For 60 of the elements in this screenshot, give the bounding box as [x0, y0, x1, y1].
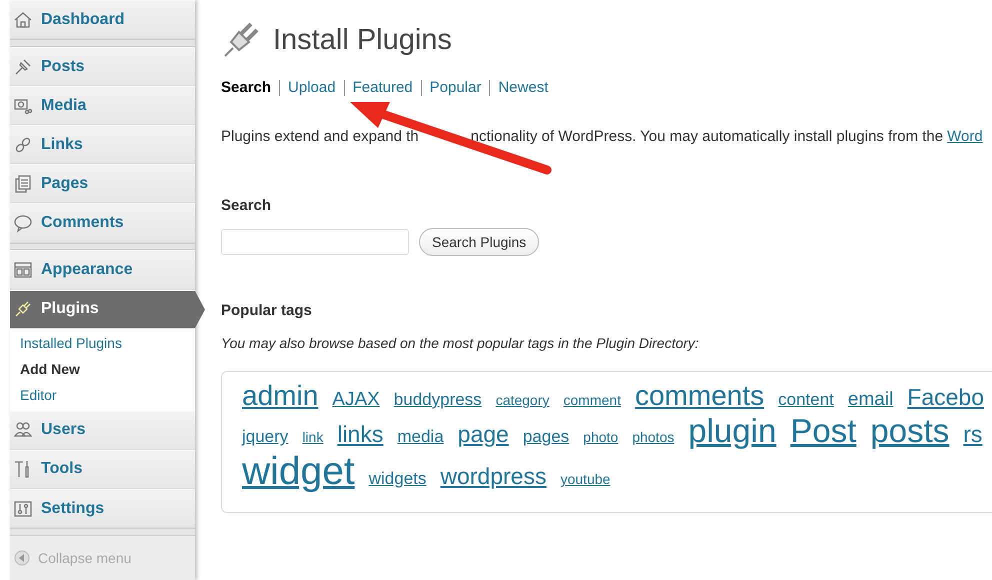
tag-link[interactable]: email	[848, 389, 894, 411]
sidebar-item[interactable]: Users	[10, 410, 195, 450]
collapse-icon	[14, 550, 30, 566]
page-title: Install Plugins	[273, 24, 452, 56]
filter-tab[interactable]: Popular	[420, 80, 490, 96]
sidebar-item[interactable]: Tools	[10, 450, 195, 489]
tag-link[interactable]: rs	[963, 421, 982, 448]
tag-link[interactable]: media	[397, 427, 444, 447]
tag-link[interactable]: widgets	[368, 469, 426, 489]
appearance-icon	[13, 260, 33, 280]
intro-text: nctionality of WordPress. You may automatically install plugins from the	[470, 128, 944, 145]
tag-link[interactable]: AJAX	[332, 389, 380, 411]
filter-tab[interactable]: Search	[221, 80, 280, 96]
tag-link[interactable]: category	[496, 392, 550, 408]
sidebar-item[interactable]: Pages	[10, 164, 195, 204]
filter-tab[interactable]: Newest	[489, 80, 556, 96]
tag-link[interactable]: buddypress	[394, 390, 482, 410]
tag-link[interactable]: links	[337, 421, 384, 448]
tag-link[interactable]: widget	[242, 450, 355, 495]
pin-icon	[13, 56, 33, 77]
search-field[interactable]	[221, 229, 409, 255]
filter-tab[interactable]: Featured	[344, 80, 421, 96]
tag-link[interactable]: youtube	[560, 471, 610, 488]
submenu-link[interactable]: Installed Plugins	[20, 334, 122, 351]
comment-icon	[13, 213, 33, 234]
tag-link[interactable]: Post	[790, 412, 856, 450]
sidebar-item[interactable]: Comments	[10, 203, 195, 243]
settings-icon	[13, 498, 33, 519]
pages-icon	[13, 174, 33, 194]
tags-note: You may also browse based on the most popular tags in the Plugin Directory:	[221, 335, 700, 351]
tag-link[interactable]: Facebo	[907, 384, 984, 410]
tag-link[interactable]: plugin	[688, 412, 776, 450]
section-heading: Search	[221, 197, 272, 214]
section-heading: Popular tags	[221, 302, 313, 319]
tag-link[interactable]: comment	[563, 392, 621, 408]
tag-link[interactable]: admin	[242, 380, 318, 412]
pointer-icon	[195, 290, 205, 328]
search-button[interactable]: Search Plugins	[419, 228, 540, 256]
sidebar-item[interactable]: Dashboard	[10, 0, 195, 40]
directory-link[interactable]: Word	[947, 128, 983, 145]
tag-link[interactable]: photo	[583, 429, 618, 446]
sidebar-item[interactable]: Links	[10, 125, 195, 164]
tag-link[interactable]: photos	[632, 429, 674, 446]
sidebar-item[interactable]: Posts	[10, 46, 195, 86]
sidebar-item[interactable]: Appearance	[10, 250, 195, 290]
tag-link[interactable]: wordpress	[440, 463, 546, 490]
filter-tab[interactable]: Upload	[279, 80, 344, 96]
tag-link[interactable]: posts	[870, 412, 950, 450]
sidebar-item[interactable]: Media	[10, 86, 195, 126]
tag-link[interactable]: content	[778, 390, 834, 410]
intro-text: Plugins extend and expand th	[221, 128, 419, 145]
submenu-link[interactable]: Editor	[20, 386, 57, 403]
tag-link[interactable]: comments	[634, 380, 764, 412]
tag-link[interactable]: page	[458, 421, 509, 448]
tag-link[interactable]: jquery	[242, 427, 288, 447]
submenu-link[interactable]: Add New	[20, 360, 80, 377]
home-icon	[13, 10, 33, 30]
tag-link[interactable]: link	[302, 429, 324, 446]
sidebar-item[interactable]: Settings	[10, 488, 195, 528]
tag-link[interactable]: pages	[522, 427, 570, 447]
